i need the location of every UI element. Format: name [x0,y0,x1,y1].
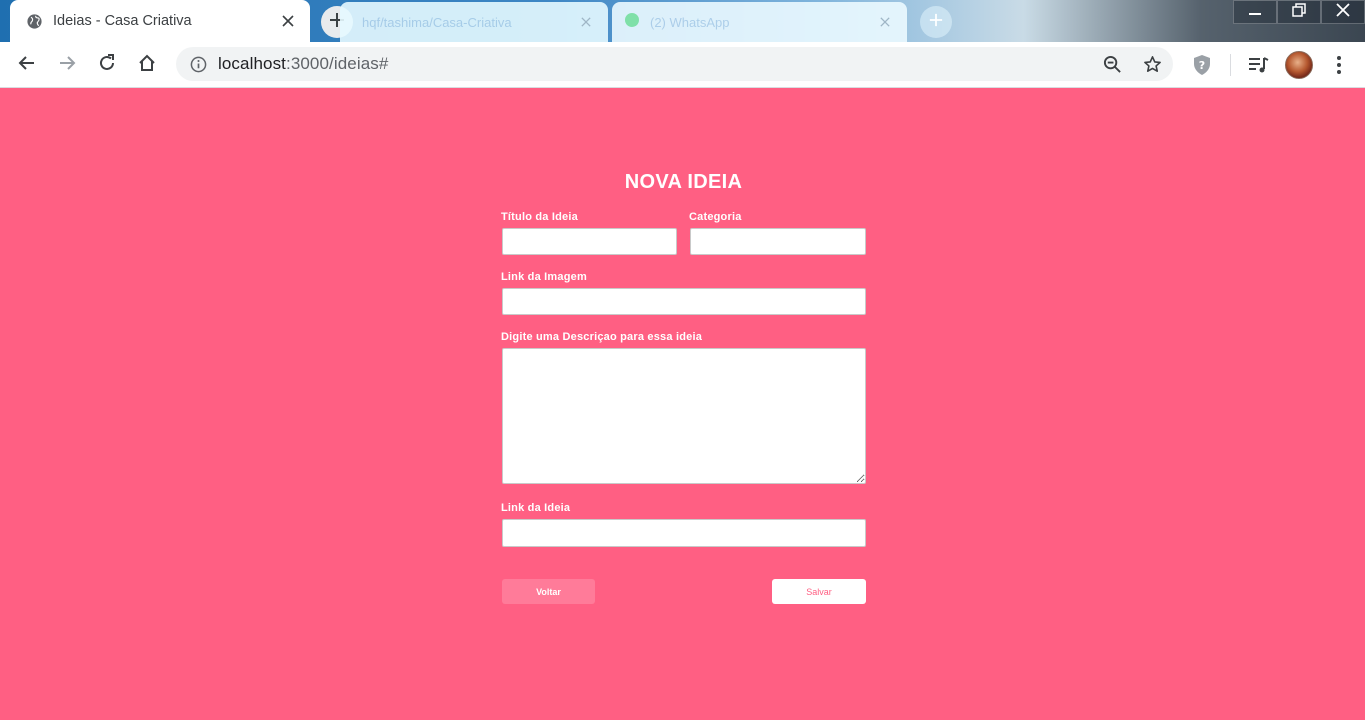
media-playlist-icon[interactable] [1246,53,1270,77]
tab-ideias[interactable]: Ideias - Casa Criativa [10,0,310,42]
description-label: Digite uma Descriçao para essa ideia [501,331,703,343]
page-title: NOVA IDEIA [624,171,743,193]
window-controls [1233,0,1365,24]
arrow-left-icon [18,54,36,77]
shield-icon[interactable]: ? [1190,53,1214,77]
save-button[interactable]: Salvar [772,579,866,604]
svg-text:?: ? [1199,59,1205,72]
title-label: Título da Ideia [501,211,578,223]
plus-icon [929,13,943,32]
tab-title: Ideias - Casa Criativa [53,13,192,29]
back-button[interactable] [11,49,43,81]
globe-icon [26,13,43,30]
reload-icon [98,53,116,77]
toolbar-separator [1230,54,1231,76]
address-bar[interactable]: localhost:3000/ideias# [176,47,1173,81]
page-content: NOVA IDEIA Título da Ideia Categoria Lin… [0,89,1365,720]
whatsapp-icon [624,12,640,33]
image-link-input[interactable] [502,288,866,315]
info-icon[interactable] [186,52,210,76]
reload-button[interactable] [91,49,123,81]
close-window-button[interactable] [1321,0,1365,24]
home-icon [138,54,156,77]
image-link-label: Link da Imagem [501,271,587,283]
category-input[interactable] [690,228,866,255]
browser-toolbar: localhost:3000/ideias# ? [0,42,1365,88]
idea-link-input[interactable] [502,519,866,547]
description-textarea[interactable] [502,348,866,484]
arrow-right-icon [58,54,76,77]
browser-tabstrip: Ideias - Casa Criativa hqf/tashima/Casa-… [0,0,1365,42]
restore-button[interactable] [1277,0,1321,24]
forward-button[interactable] [51,49,83,81]
url-host: localhost [218,54,286,73]
tab-title: (2) WhatsApp [650,14,730,30]
back-button[interactable]: Voltar [502,579,595,604]
close-icon[interactable] [875,12,895,32]
new-tab-button-ghost[interactable] [920,6,952,38]
zoom-out-icon[interactable] [1100,52,1124,76]
restore-icon [1292,2,1306,22]
close-icon [1336,2,1350,22]
avatar[interactable] [1285,51,1313,79]
idea-link-label: Link da Ideia [501,502,571,514]
minimize-button[interactable] [1233,0,1277,24]
tab-github[interactable]: hqf/tashima/Casa-Criativa [340,2,608,42]
kebab-menu-icon[interactable] [1327,53,1351,77]
close-icon[interactable] [278,11,298,31]
url-path: :3000/ideias# [286,54,389,73]
url-text: localhost:3000/ideias# [218,54,388,74]
home-button[interactable] [131,49,163,81]
minimize-icon [1248,3,1262,21]
tab-whatsapp[interactable]: (2) WhatsApp [612,2,907,42]
category-label: Categoria [689,211,742,223]
star-icon[interactable] [1140,52,1164,76]
title-input[interactable] [502,228,677,255]
close-icon[interactable] [576,12,596,32]
tab-title: hqf/tashima/Casa-Criativa [362,14,512,30]
